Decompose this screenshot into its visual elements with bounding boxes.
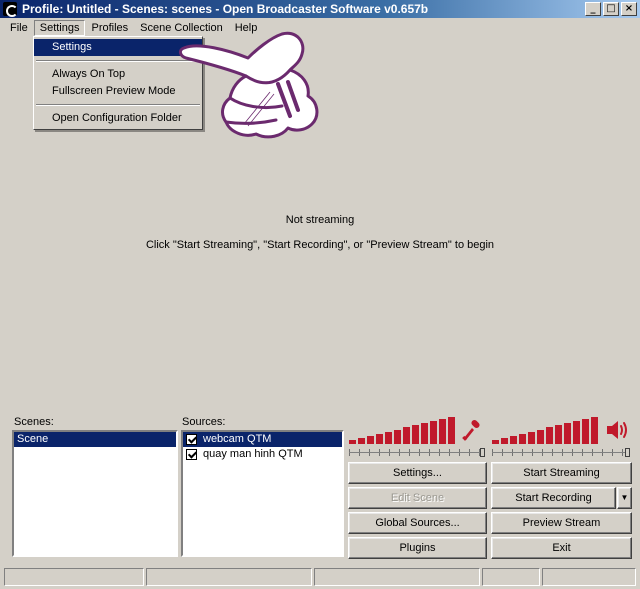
streaming-status-text: Not streaming (285, 214, 355, 226)
streaming-hint-text: Click "Start Streaming", "Start Recordin… (145, 239, 495, 251)
meter-bar (555, 425, 562, 444)
meter-bar (430, 421, 437, 444)
source-name: webcam QTM (203, 433, 272, 445)
close-button[interactable]: × (621, 2, 637, 16)
speaker-icon[interactable] (605, 418, 631, 442)
meter-bar (573, 421, 580, 444)
recording-options-dropdown[interactable]: ▼ (617, 487, 632, 509)
meter-bar (394, 429, 401, 444)
meter-bar (412, 425, 419, 444)
microphone-level-meter (349, 416, 459, 444)
edit-scene-button[interactable]: Edit Scene (348, 487, 487, 509)
meter-bar (501, 437, 508, 444)
meter-bar (528, 431, 535, 444)
microphone-volume-slider[interactable] (349, 449, 485, 456)
source-item-screen-capture[interactable]: quay man hinh QTM (183, 447, 342, 462)
plugins-button[interactable]: Plugins (348, 537, 487, 559)
menu-separator (36, 60, 200, 62)
pointing-hand-icon (178, 31, 319, 139)
global-sources-button[interactable]: Global Sources... (348, 512, 487, 534)
source-name: quay man hinh QTM (203, 448, 303, 460)
preview-stream-button[interactable]: Preview Stream (491, 512, 632, 534)
status-cell (4, 568, 144, 586)
microphone-icon[interactable] (460, 418, 484, 442)
desktop-volume-handle[interactable] (625, 448, 630, 457)
minimize-button[interactable]: _ (585, 2, 601, 16)
title-bar: Profile: Untitled - Scenes: scenes - Ope… (0, 0, 640, 18)
meter-bar (537, 429, 544, 444)
menu-settings[interactable]: Settings (33, 19, 86, 36)
source-checkbox[interactable] (186, 449, 197, 460)
exit-button[interactable]: Exit (491, 537, 632, 559)
status-cell (314, 568, 480, 586)
menu-item-fullscreen-preview[interactable]: Fullscreen Preview Mode (34, 83, 202, 100)
meter-bar (385, 431, 392, 444)
scenes-list[interactable]: Scene (12, 430, 178, 557)
meter-bar (582, 419, 589, 444)
status-cell (146, 568, 312, 586)
menu-profiles[interactable]: Profiles (85, 20, 134, 36)
maximize-button[interactable]: □ (603, 2, 619, 16)
meter-bar (546, 427, 553, 444)
window-title: Profile: Untitled - Scenes: scenes - Ope… (22, 2, 429, 16)
chevron-down-icon: ▼ (620, 493, 629, 502)
meter-bar (358, 437, 365, 444)
status-bar (0, 566, 640, 589)
menu-separator (36, 104, 200, 106)
meter-bar (448, 416, 455, 444)
desktop-volume-slider[interactable] (492, 449, 630, 456)
start-streaming-button[interactable]: Start Streaming (491, 462, 632, 484)
meter-bar (510, 435, 517, 444)
settings-button[interactable]: Settings... (348, 462, 487, 484)
sources-label: Sources: (182, 416, 226, 428)
meter-bar (349, 440, 356, 444)
source-item-webcam[interactable]: webcam QTM (183, 432, 342, 447)
meter-bar (403, 427, 410, 444)
menu-item-open-config-folder[interactable]: Open Configuration Folder (34, 110, 202, 127)
status-cell (482, 568, 540, 586)
status-cell (542, 568, 636, 586)
menu-file[interactable]: File (4, 20, 34, 36)
scenes-label: Scenes: (14, 416, 54, 428)
start-recording-button[interactable]: Start Recording (491, 487, 616, 509)
sources-list[interactable]: webcam QTM quay man hinh QTM (181, 430, 344, 557)
meter-bar (564, 423, 571, 444)
meter-bar (421, 423, 428, 444)
meter-bar (367, 435, 374, 444)
meter-bar (591, 416, 598, 444)
desktop-audio-level-meter (492, 416, 604, 444)
source-checkbox[interactable] (186, 434, 197, 445)
meter-bar (492, 440, 499, 444)
menu-item-always-on-top[interactable]: Always On Top (34, 66, 202, 83)
meter-bar (376, 433, 383, 444)
meter-bar (439, 419, 446, 444)
meter-bar (519, 433, 526, 444)
menu-item-settings[interactable]: Settings (34, 39, 202, 56)
scene-item[interactable]: Scene (14, 432, 176, 447)
obs-app-icon (3, 2, 18, 17)
microphone-volume-handle[interactable] (480, 448, 485, 457)
